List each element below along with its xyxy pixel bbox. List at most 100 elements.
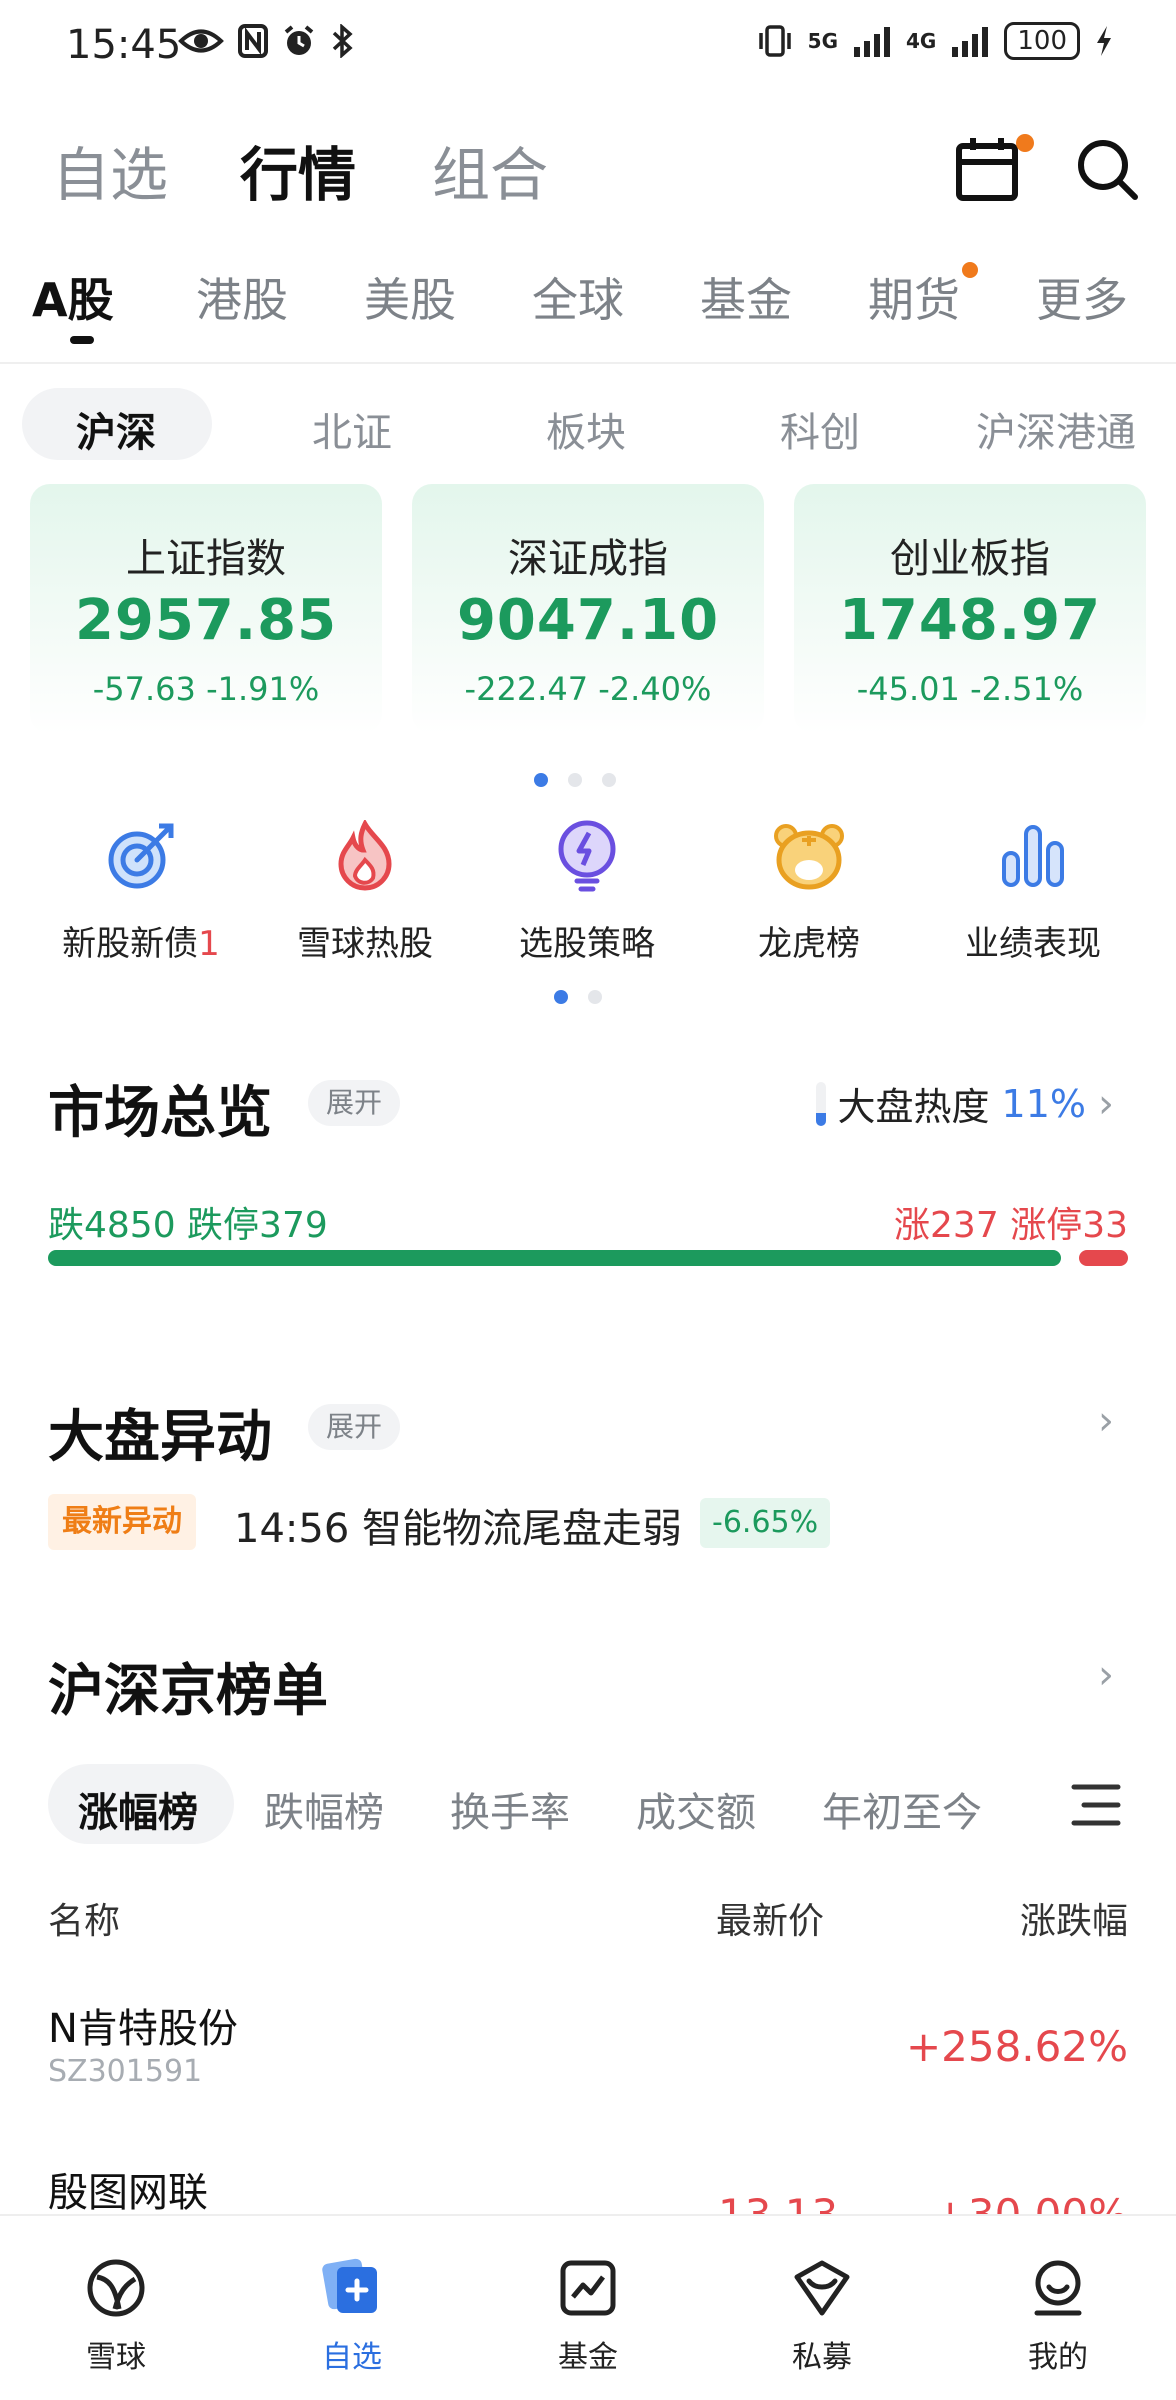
index-value: 1748.97 [838, 588, 1102, 653]
menu-lines-icon [1071, 1784, 1121, 1826]
ranking-tab-turnover-rate[interactable]: 换手率 [450, 1780, 570, 1838]
quick-dragon-tiger-list[interactable]: 龙虎榜 [694, 816, 924, 965]
market-tab-funds[interactable]: 基金 [700, 264, 792, 330]
stock-change: +258.62% [905, 2022, 1128, 2071]
nav-label: 雪球 [86, 2340, 146, 2375]
top-tab-market[interactable]: 行情 [240, 128, 356, 212]
eye-icon [178, 29, 224, 53]
fall-segment [48, 1250, 1061, 1266]
bar-chart-icon [1002, 825, 1064, 887]
market-heat-link[interactable]: 大盘热度 11% › [815, 1076, 1114, 1131]
sub-tab-shanghai-shenzhen[interactable]: 沪深 [76, 400, 156, 458]
sub-tab-connect[interactable]: 沪深港通 [976, 400, 1136, 458]
stock-name: 殷图网联 [48, 2170, 208, 2216]
market-moves-chevron-icon[interactable]: › [1098, 1398, 1114, 1444]
market-tab-a-shares[interactable]: A股 [32, 264, 114, 330]
quick-label: 新股新债 [62, 924, 199, 964]
quick-label: 龙虎榜 [758, 924, 860, 964]
latest-move-text[interactable]: 14:56 智能物流尾盘走弱 [234, 1496, 682, 1554]
sub-tab-star-market[interactable]: 科创 [780, 400, 860, 458]
index-card-shanghai[interactable]: 上证指数 2957.85 -57.63 -1.91% [30, 484, 382, 734]
table-row[interactable]: N肯特股份 SZ301591 +258.62% [0, 1972, 1176, 2132]
market-tab-global[interactable]: 全球 [532, 264, 624, 330]
nav-label: 私募 [792, 2340, 852, 2375]
index-name: 上证指数 [126, 536, 286, 582]
ranking-menu-button[interactable] [1070, 1782, 1122, 1832]
ranking-tab-gainers[interactable]: 涨幅榜 [78, 1780, 198, 1838]
quick-label: 雪球热股 [297, 924, 433, 964]
column-header-price[interactable]: 最新价 [716, 1892, 824, 1944]
nav-label: 我的 [1028, 2340, 1088, 2375]
quick-stock-strategy[interactable]: 选股策略 [472, 816, 702, 965]
ranking-tab-volume[interactable]: 成交额 [636, 1780, 756, 1838]
market-moves-expand-button[interactable]: 展开 [308, 1404, 401, 1450]
top-tab-portfolio[interactable]: 组合 [432, 128, 548, 212]
ranking-title: 沪深京榜单 [48, 1659, 328, 1724]
ranking-chevron-icon[interactable]: › [1098, 1652, 1114, 1698]
quick-new-stocks-bonds[interactable]: 新股新债1 [26, 816, 256, 965]
calendar-icon [956, 138, 1018, 201]
market-tab-us[interactable]: 美股 [364, 264, 456, 330]
rise-segment [1079, 1250, 1128, 1266]
index-value: 2957.85 [74, 588, 338, 653]
search-icon [1078, 140, 1138, 200]
index-value: 9047.10 [456, 588, 720, 653]
latest-move-pct: -6.65% [700, 1498, 831, 1548]
stock-price: 13.13 [718, 2190, 839, 2216]
ranking-tab-losers[interactable]: 跌幅榜 [264, 1780, 384, 1838]
bluetooth-icon [332, 24, 353, 58]
ranking-tab-ytd[interactable]: 年初至今 [822, 1780, 982, 1838]
index-change: -222.47 -2.40% [464, 670, 712, 708]
stock-change: +30.00% [932, 2190, 1128, 2216]
quick-hot-stocks[interactable]: 雪球热股 [250, 816, 480, 965]
page-dot-active [554, 990, 568, 1004]
calendar-button[interactable] [950, 130, 1034, 208]
nav-private-funds[interactable]: 私募 [722, 2256, 922, 2376]
table-row[interactable]: 殷图网联 13.13 +30.00% [0, 2146, 1176, 2216]
index-change: -57.63 -1.91% [92, 670, 320, 708]
column-header-name[interactable]: 名称 [48, 1892, 120, 1944]
nav-label: 自选 [322, 2340, 382, 2375]
status-notification-icons [178, 24, 356, 58]
market-tab-futures[interactable]: 期货 [868, 264, 960, 330]
index-page-indicator [534, 773, 616, 787]
page-dot [568, 773, 582, 787]
quick-earnings-performance[interactable]: 业绩表现 [918, 816, 1148, 965]
page-dot [588, 990, 602, 1004]
nav-profile[interactable]: 我的 [958, 2256, 1158, 2376]
top-tab-watchlist[interactable]: 自选 [52, 128, 168, 212]
nav-watchlist[interactable]: 自选 [252, 2256, 452, 2376]
tabs-divider [0, 362, 1176, 364]
market-overview-expand-button[interactable]: 展开 [308, 1080, 401, 1126]
sub-tab-beijing[interactable]: 北证 [312, 400, 392, 458]
rise-count-text: 涨237 涨停33 [894, 1205, 1128, 1246]
flame-icon [338, 820, 392, 891]
index-change: -45.01 -2.51% [856, 670, 1084, 708]
index-card-shenzhen[interactable]: 深证成指 9047.10 -222.47 -2.40% [412, 484, 764, 734]
signal-bars-icon [854, 27, 891, 57]
index-card-chinext[interactable]: 创业板指 1748.97 -45.01 -2.51% [794, 484, 1146, 734]
quick-label: 业绩表现 [965, 924, 1101, 964]
quick-badge-count: 1 [198, 924, 220, 964]
heat-label: 大盘热度 [837, 1085, 990, 1129]
search-button[interactable] [1068, 130, 1146, 208]
market-tab-hk[interactable]: 港股 [196, 264, 288, 330]
nfc-icon [238, 24, 268, 58]
page-dot [602, 773, 616, 787]
profile-icon [1034, 2260, 1082, 2316]
sub-tab-sectors[interactable]: 板块 [546, 400, 626, 458]
nav-funds[interactable]: 基金 [488, 2256, 688, 2376]
page-dot-active [534, 773, 548, 787]
index-name: 创业板指 [890, 536, 1050, 582]
nav-snowball[interactable]: 雪球 [16, 2256, 216, 2376]
column-header-change[interactable]: 涨跌幅 [1020, 1892, 1128, 1944]
fall-count-text: 跌4850 跌停379 [48, 1205, 328, 1246]
lightbulb-icon [558, 820, 616, 892]
battery-indicator: 100 [1004, 22, 1080, 60]
watchlist-icon [322, 2258, 377, 2313]
tiger-icon [774, 824, 844, 890]
target-icon [108, 823, 174, 889]
market-breadth-bar [48, 1250, 1128, 1266]
market-tab-more[interactable]: 更多 [1036, 264, 1128, 330]
calendar-notification-dot [1016, 134, 1034, 152]
